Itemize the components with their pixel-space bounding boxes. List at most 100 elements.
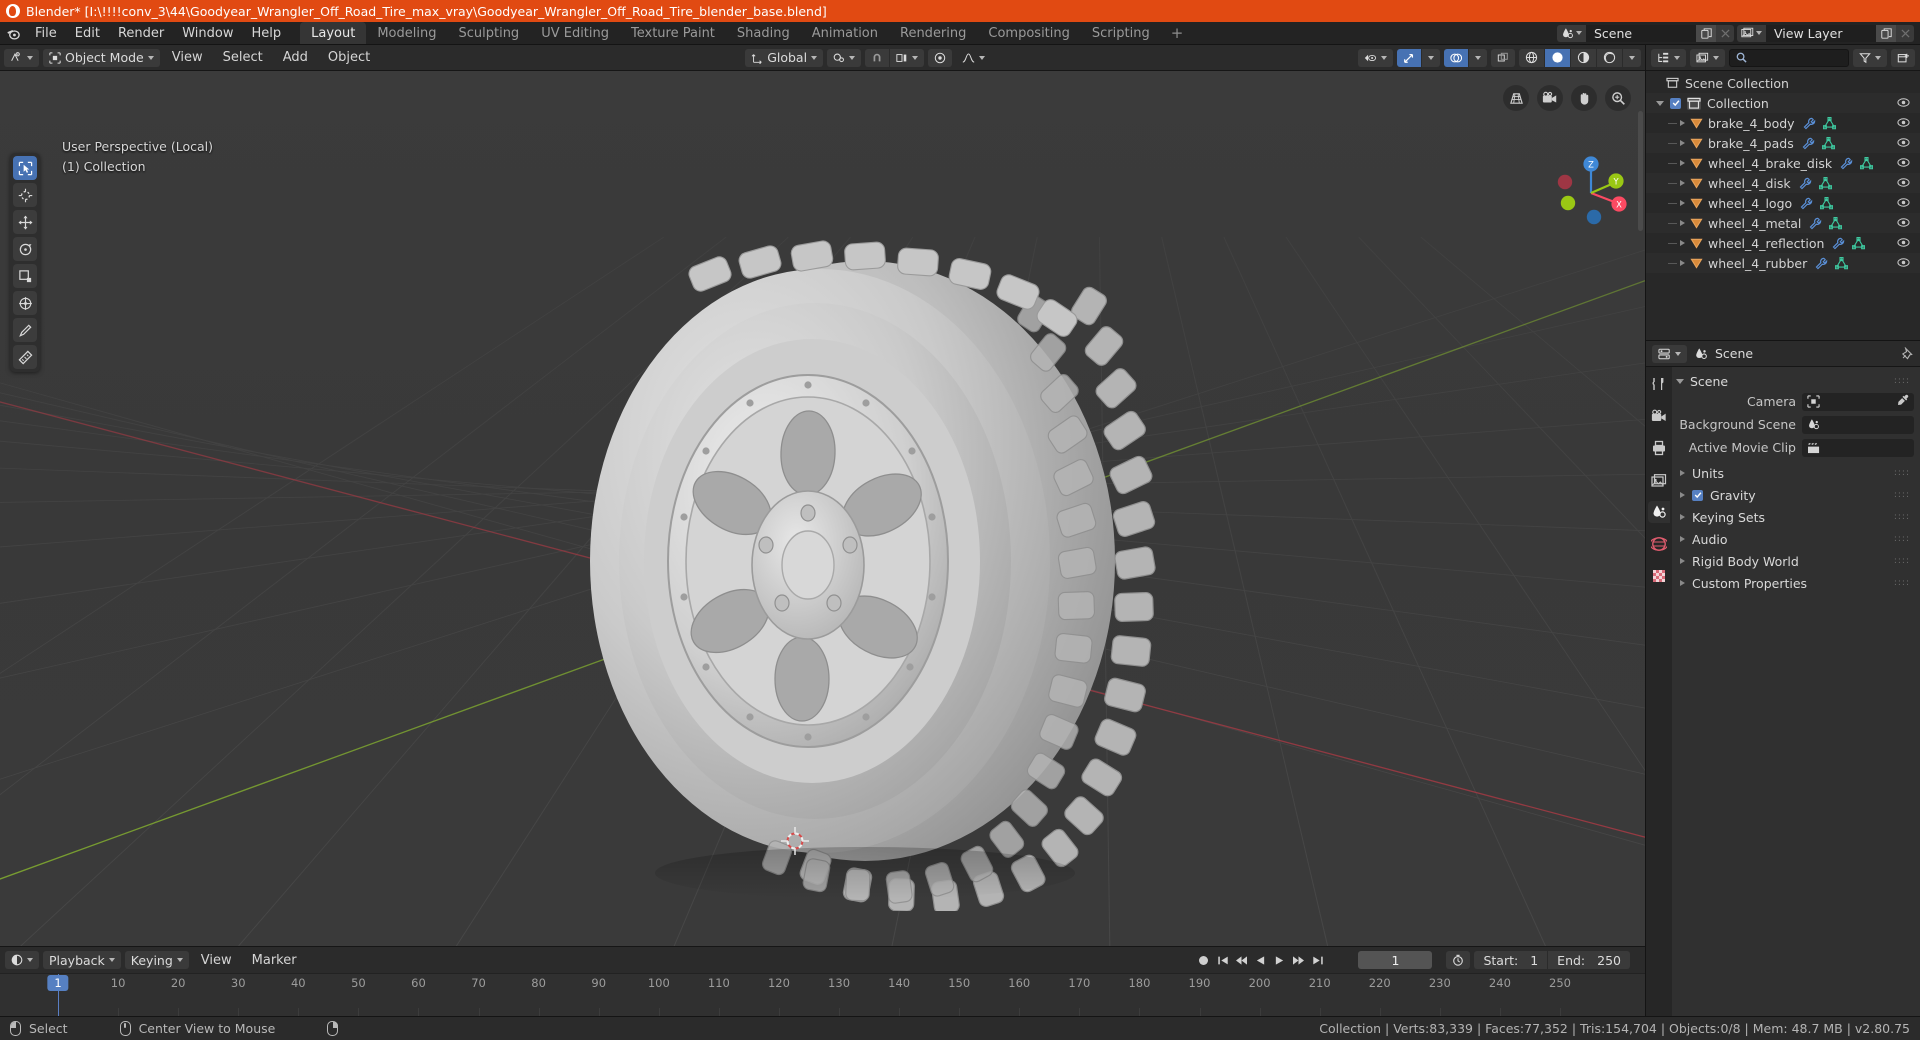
mesh-data-icon[interactable] [1821, 136, 1835, 150]
outliner-object-row[interactable]: wheel_4_logo [1646, 193, 1920, 213]
outliner-collection-row[interactable]: Collection [1646, 93, 1920, 113]
viewport-menu-add[interactable]: Add [275, 49, 316, 67]
visibility-eye-icon[interactable] [1897, 236, 1910, 251]
outliner-object-row[interactable]: wheel_4_disk [1646, 173, 1920, 193]
next-keyframe-icon[interactable] [1290, 951, 1307, 969]
visibility-eye-icon[interactable] [1897, 96, 1910, 111]
editor-type-3dview-icon[interactable] [4, 48, 39, 67]
properties-tab-texture[interactable] [1648, 565, 1670, 587]
shading-rendered-button[interactable] [1597, 48, 1623, 67]
visibility-eye-icon[interactable] [1897, 196, 1910, 211]
chevron-right-icon[interactable] [1680, 120, 1685, 126]
chevron-right-icon[interactable] [1680, 260, 1685, 266]
new-copy-icon[interactable] [1696, 24, 1716, 42]
wrench-modifier-icon[interactable] [1840, 157, 1853, 170]
pin-icon[interactable] [1901, 347, 1914, 360]
timeline-menu-keying[interactable]: Keying [124, 951, 189, 969]
timeline-editor-icon[interactable] [5, 951, 39, 969]
prev-keyframe-icon[interactable] [1233, 951, 1250, 969]
chevron-right-icon[interactable] [1680, 470, 1685, 476]
end-frame-field[interactable]: End: 250 [1548, 951, 1630, 969]
properties-tab-scene[interactable] [1648, 501, 1670, 523]
workspace-tab-scripting[interactable]: Scripting [1081, 22, 1161, 44]
grid-perspective-icon[interactable] [1503, 85, 1529, 111]
object-mode-selector[interactable]: Object Mode [43, 48, 160, 67]
wrench-modifier-icon[interactable] [1832, 237, 1845, 250]
mesh-data-icon[interactable] [1852, 236, 1866, 250]
workspace-tab-rendering[interactable]: Rendering [889, 22, 977, 44]
wrench-modifier-icon[interactable] [1809, 217, 1822, 230]
transform-tool[interactable] [13, 291, 37, 315]
filter-funnel-icon[interactable] [1853, 48, 1887, 67]
wrench-modifier-icon[interactable] [1799, 177, 1812, 190]
use-preview-range-icon[interactable] [1446, 951, 1471, 969]
auto-keying-record-icon[interactable] [1195, 951, 1212, 969]
outliner-object-row[interactable]: wheel_4_metal [1646, 213, 1920, 233]
visibility-eye-icon[interactable] [1897, 256, 1910, 271]
start-frame-field[interactable]: Start: 1 [1474, 951, 1548, 969]
annotate-tool[interactable] [13, 318, 37, 342]
properties-field-input[interactable] [1802, 415, 1914, 434]
pan-hand-icon[interactable] [1571, 85, 1597, 111]
mesh-data-icon[interactable] [1860, 156, 1874, 170]
outliner-search-input[interactable] [1729, 48, 1849, 67]
menu-help[interactable]: Help [243, 22, 291, 44]
blender-menu-icon[interactable] [0, 22, 26, 44]
properties-editor-icon[interactable] [1652, 344, 1687, 363]
unlink-x-icon[interactable] [1716, 24, 1734, 42]
transform-orientation-selector[interactable]: Global [745, 48, 824, 67]
scene-selector[interactable]: Scene [1557, 24, 1734, 42]
properties-tab-output[interactable] [1648, 437, 1670, 459]
workspace-tab-shading[interactable]: Shading [726, 22, 801, 44]
gizmo-icon[interactable] [1397, 48, 1422, 67]
workspace-tab-compositing[interactable]: Compositing [977, 22, 1081, 44]
xray-toggle-icon[interactable] [1491, 48, 1516, 67]
chevron-right-icon[interactable] [1680, 536, 1685, 542]
scene-panel-header[interactable]: Scene :::: [1676, 371, 1914, 391]
move-tool[interactable] [13, 210, 37, 234]
snap-magnet-icon[interactable] [827, 48, 862, 67]
chevron-right-icon[interactable] [1680, 514, 1685, 520]
select-box-tool[interactable] [13, 156, 37, 180]
visibility-eye-icon[interactable] [1897, 136, 1910, 151]
scene-name[interactable]: Scene [1586, 24, 1696, 42]
view-layer-selector[interactable]: View Layer [1737, 24, 1914, 42]
outliner-display-mode-icon[interactable] [1651, 48, 1686, 67]
mesh-data-icon[interactable] [1829, 216, 1843, 230]
menu-render[interactable]: Render [109, 22, 173, 44]
outliner-object-row[interactable]: brake_4_pads [1646, 133, 1920, 153]
properties-tab-render[interactable] [1648, 405, 1670, 427]
properties-closed-panel[interactable]: Custom Properties:::: [1676, 572, 1914, 594]
chevron-right-icon[interactable] [1680, 240, 1685, 246]
jump-end-icon[interactable] [1309, 951, 1326, 969]
viewport-menu-select[interactable]: Select [215, 49, 271, 67]
wrench-modifier-icon[interactable] [1800, 197, 1813, 210]
play-icon[interactable] [1271, 951, 1288, 969]
cursor-tool[interactable] [13, 183, 37, 207]
outliner-tree[interactable]: Scene Collection Collection brake_4_body… [1646, 71, 1920, 340]
properties-tab-view-layer[interactable] [1648, 469, 1670, 491]
mesh-data-icon[interactable] [1822, 116, 1836, 130]
properties-closed-panel[interactable]: Rigid Body World:::: [1676, 550, 1914, 572]
mesh-data-icon[interactable] [1818, 176, 1832, 190]
timeline-menu-playback[interactable]: Playback [43, 951, 121, 969]
visibility-eye-icon[interactable] [1897, 216, 1910, 231]
new-collection-icon[interactable] [1891, 48, 1915, 67]
visibility-eye-icon[interactable] [1897, 116, 1910, 131]
mesh-data-icon[interactable] [1820, 196, 1834, 210]
viewport-menu-object[interactable]: Object [320, 49, 378, 67]
filter-id-type-icon[interactable] [1690, 48, 1725, 67]
outliner-scene-collection-row[interactable]: Scene Collection [1646, 73, 1920, 93]
chevron-right-icon[interactable] [1680, 558, 1685, 564]
properties-tab-world[interactable] [1648, 533, 1670, 555]
snap-toggle-button[interactable] [865, 48, 890, 67]
workspace-tab-modeling[interactable]: Modeling [366, 22, 447, 44]
overlays-icon[interactable] [1444, 48, 1469, 67]
timeline-menu-marker[interactable]: Marker [244, 951, 305, 969]
workspace-tab-layout[interactable]: Layout [300, 22, 367, 44]
chevron-down-icon[interactable] [1656, 100, 1664, 106]
chevron-right-icon[interactable] [1680, 492, 1685, 498]
chevron-right-icon[interactable] [1680, 140, 1685, 146]
tire-3d-object[interactable] [510, 211, 1170, 911]
visibility-eye-icon[interactable] [1897, 176, 1910, 191]
